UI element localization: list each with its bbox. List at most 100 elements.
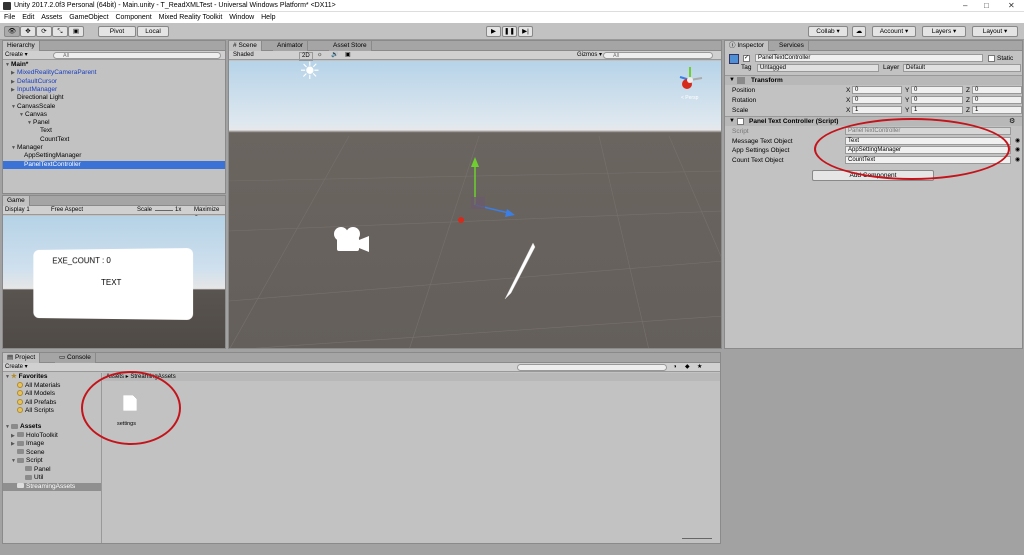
hierarchy-search-input[interactable]: All bbox=[53, 52, 221, 59]
directional-light-icon[interactable]: ☀ bbox=[299, 61, 321, 86]
scale-tool-button[interactable]: ⤡ bbox=[52, 26, 68, 37]
2d-toggle[interactable]: 2D bbox=[299, 52, 313, 61]
aspect-dropdown[interactable]: Free Aspect bbox=[51, 206, 83, 215]
camera-gizmo-icon[interactable] bbox=[331, 225, 371, 255]
tag-dropdown[interactable]: Untagged bbox=[757, 64, 879, 72]
effects-toggle-icon[interactable]: ▣ bbox=[345, 51, 351, 60]
hierarchy-item[interactable]: ▼Manager bbox=[3, 144, 225, 152]
project-create-button[interactable]: Create ▾ bbox=[5, 363, 28, 372]
transform-handle[interactable] bbox=[455, 157, 515, 227]
breadcrumb[interactable]: Assets ▸ StreamingAssets bbox=[103, 373, 720, 381]
gizmos-dropdown[interactable]: Gizmos ▾ bbox=[577, 51, 602, 60]
hand-tool-button[interactable]: 👁 bbox=[4, 26, 20, 37]
hierarchy-item[interactable]: ▼Panel bbox=[3, 119, 225, 127]
layers-dropdown[interactable]: Layers ▾ bbox=[922, 26, 966, 37]
hierarchy-item[interactable]: ▶ DefaultCursor bbox=[3, 78, 225, 86]
folder-item[interactable]: ▶ Image bbox=[3, 440, 101, 449]
cloud-button[interactable]: ☁ bbox=[852, 26, 866, 37]
static-checkbox[interactable] bbox=[988, 55, 995, 62]
close-button[interactable]: ✕ bbox=[1008, 1, 1015, 10]
scale-x-field[interactable]: 1 bbox=[852, 106, 902, 114]
menu-assets[interactable]: Assets bbox=[41, 12, 62, 23]
folder-item-selected[interactable]: StreamingAssets bbox=[3, 482, 101, 491]
lighting-toggle-icon[interactable]: ☼ bbox=[317, 51, 323, 60]
folder-item[interactable]: Panel bbox=[3, 466, 101, 475]
script-enabled-checkbox[interactable] bbox=[737, 118, 744, 125]
scene-search-input[interactable]: All bbox=[603, 52, 713, 59]
hierarchy-item[interactable]: CountText bbox=[3, 136, 225, 144]
quad-object[interactable] bbox=[499, 239, 539, 309]
hierarchy-item[interactable]: AppSettingManager bbox=[3, 152, 225, 160]
layer-dropdown[interactable]: Default bbox=[903, 64, 1021, 72]
shading-mode-dropdown[interactable]: Shaded bbox=[233, 51, 254, 60]
step-button[interactable]: ▶| bbox=[518, 26, 533, 37]
hierarchy-item[interactable]: Directional Light bbox=[3, 94, 225, 102]
favorite-item[interactable]: All Materials bbox=[3, 382, 101, 391]
tab-inspector[interactable]: ⓘ Inspector bbox=[725, 41, 770, 51]
minimize-button[interactable]: – bbox=[963, 1, 967, 10]
hierarchy-item[interactable]: Text bbox=[3, 127, 225, 135]
hierarchy-item[interactable]: ▼Canvas bbox=[3, 111, 225, 119]
orientation-gizmo[interactable]: < Persp bbox=[675, 65, 705, 101]
menu-help[interactable]: Help bbox=[261, 12, 275, 23]
folder-item[interactable]: Scene bbox=[3, 449, 101, 458]
hierarchy-item[interactable]: ▶ MixedRealityCameraParent bbox=[3, 69, 225, 77]
pause-button[interactable]: ❚❚ bbox=[502, 26, 517, 37]
scale-slider[interactable] bbox=[155, 210, 173, 211]
collab-button[interactable]: Collab ▾ bbox=[808, 26, 848, 37]
pivot-toggle[interactable]: Pivot bbox=[98, 26, 136, 37]
play-button[interactable]: ▶ bbox=[486, 26, 501, 37]
local-toggle[interactable]: Local bbox=[137, 26, 169, 37]
tab-console[interactable]: ▭ Console bbox=[55, 353, 96, 363]
menu-file[interactable]: File bbox=[4, 12, 15, 23]
scale-z-field[interactable]: 1 bbox=[972, 106, 1022, 114]
tab-project[interactable]: ▤ Project bbox=[3, 353, 41, 363]
game-viewport[interactable]: EXE_COUNT : 0 TEXT bbox=[3, 216, 225, 348]
display-dropdown[interactable]: Display 1 bbox=[5, 206, 30, 215]
favorite-star-icon[interactable]: ★ bbox=[697, 363, 702, 372]
hierarchy-item[interactable]: ▶ InputManager bbox=[3, 86, 225, 94]
menu-component[interactable]: Component bbox=[115, 12, 151, 23]
hierarchy-item-scene[interactable]: ▼Main* bbox=[3, 61, 225, 69]
maximize-button[interactable]: □ bbox=[984, 1, 989, 10]
rotate-tool-button[interactable]: ⟳ bbox=[36, 26, 52, 37]
hierarchy-item-selected[interactable]: PanelTextController bbox=[3, 160, 225, 169]
folder-item[interactable]: ▼ Script bbox=[3, 457, 101, 466]
tab-scene[interactable]: # Scene bbox=[229, 41, 262, 51]
hierarchy-item[interactable]: ▼CanvasScale bbox=[3, 103, 225, 111]
tab-asset-store[interactable]: Asset Store bbox=[329, 41, 372, 51]
tab-animator[interactable]: Animator bbox=[273, 41, 309, 51]
account-dropdown[interactable]: Account ▾ bbox=[872, 26, 916, 37]
icon-size-slider[interactable] bbox=[682, 538, 712, 539]
rotation-z-field[interactable]: 0 bbox=[972, 96, 1022, 104]
rotation-x-field[interactable]: 0 bbox=[852, 96, 902, 104]
project-search-input[interactable] bbox=[517, 364, 667, 371]
hierarchy-create-button[interactable]: Create ▾ bbox=[5, 51, 28, 60]
position-z-field[interactable]: 0 bbox=[972, 86, 1022, 94]
object-picker-icon[interactable]: ◉ bbox=[1015, 146, 1020, 155]
audio-toggle-icon[interactable]: 🔊 bbox=[331, 51, 338, 60]
menu-window[interactable]: Window bbox=[229, 12, 254, 23]
tab-hierarchy[interactable]: Hierarchy bbox=[3, 41, 40, 51]
scale-y-field[interactable]: 1 bbox=[911, 106, 963, 114]
menu-mixed-reality-toolkit[interactable]: Mixed Reality Toolkit bbox=[159, 12, 223, 23]
filter-label-icon[interactable]: ◆ bbox=[685, 363, 690, 372]
rotation-y-field[interactable]: 0 bbox=[911, 96, 963, 104]
tab-services[interactable]: Services bbox=[775, 41, 809, 51]
favorites-section[interactable]: ▼★ Favorites bbox=[3, 373, 101, 382]
active-checkbox[interactable]: ✓ bbox=[743, 55, 750, 62]
position-y-field[interactable]: 0 bbox=[911, 86, 963, 94]
move-tool-button[interactable]: ✥ bbox=[20, 26, 36, 37]
folder-item[interactable]: Util bbox=[3, 474, 101, 483]
scene-viewport[interactable]: ☀ < Persp bbox=[229, 61, 721, 348]
tab-game[interactable]: Game bbox=[3, 196, 30, 206]
menu-edit[interactable]: Edit bbox=[22, 12, 34, 23]
rect-tool-button[interactable]: ▣ bbox=[68, 26, 84, 37]
position-x-field[interactable]: 0 bbox=[852, 86, 902, 94]
folder-item[interactable]: ▶ HoloToolkit bbox=[3, 432, 101, 441]
transform-header[interactable]: ▼ Transform bbox=[725, 75, 1022, 85]
object-picker-icon[interactable]: ◉ bbox=[1015, 137, 1020, 146]
object-name-field[interactable]: PanelTextController bbox=[755, 54, 983, 62]
menu-gameobject[interactable]: GameObject bbox=[69, 12, 108, 23]
object-picker-icon[interactable]: ◉ bbox=[1015, 156, 1020, 165]
